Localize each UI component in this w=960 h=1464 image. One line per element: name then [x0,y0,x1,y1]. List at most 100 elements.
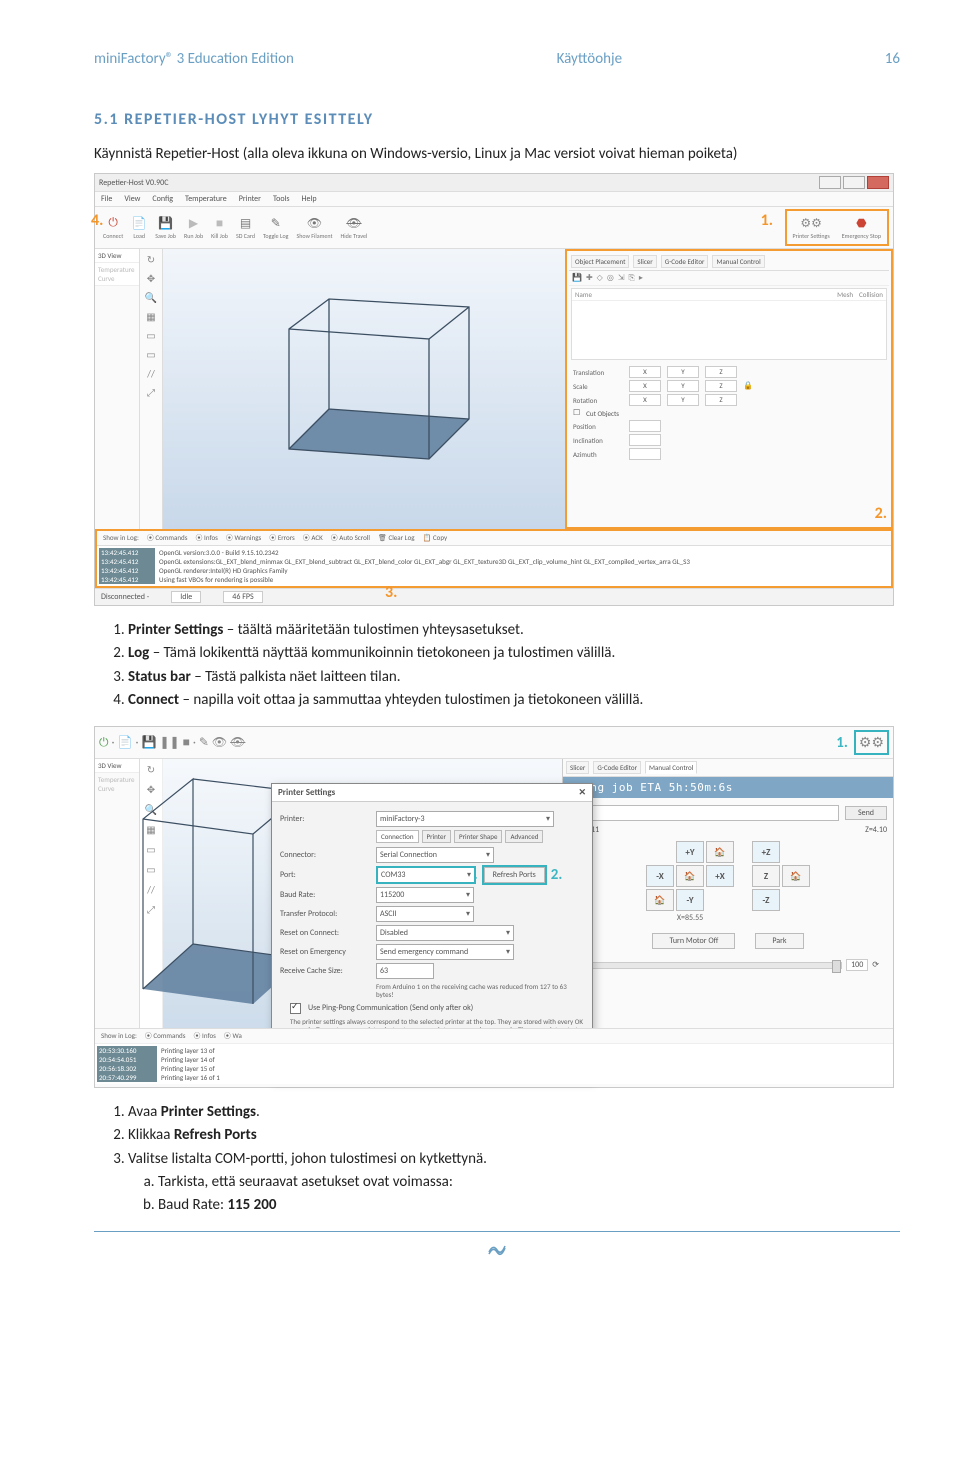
connect-icon[interactable]: ⏻ [99,736,109,750]
minimize-icon[interactable] [819,176,841,189]
tab-tempcurve[interactable]: Temperature Curve [95,263,139,286]
gcode-input[interactable] [569,805,839,821]
baud-select[interactable]: 115200 [376,887,474,903]
tab-printer[interactable]: Printer [422,830,451,843]
printer-settings-gear-button[interactable]: ⚙⚙ [854,730,889,755]
eta-header: nting job ETA 5h:50m:6s [563,777,893,798]
sdcard-button[interactable]: ▤SD Card [232,213,259,242]
parallel-icon[interactable]: // [147,367,155,380]
tab-manual[interactable]: Manual Control [645,761,697,774]
refresh-ports-button[interactable]: Refresh Ports [484,867,545,883]
callout-2: 2. [875,504,887,523]
emerg-select[interactable]: Send emergency command [376,944,514,960]
port-select[interactable]: COM33 [376,866,476,884]
pause-icon[interactable]: ❚❚ [159,735,179,750]
scale-icon: ⇲ [618,273,625,283]
close-icon[interactable] [867,176,889,189]
menu-file[interactable]: File [101,194,112,204]
menu-tools[interactable]: Tools [273,194,290,204]
callout-1: 1. [761,211,773,230]
printer-select[interactable]: miniFactory-3 [376,811,554,827]
home-y-button[interactable]: 🏠 [706,841,734,863]
tab-slicer[interactable]: Slicer [633,255,656,268]
reset-select[interactable]: Disabled [376,925,514,941]
window-title: Repetier-Host V0.90C [99,178,168,188]
connector-select[interactable]: Serial Connection [376,847,494,863]
maximize-icon[interactable] [843,176,865,189]
load-button[interactable]: 📄Load [127,213,151,242]
tab-printer-shape[interactable]: Printer Shape [454,830,502,843]
more-icon: ▸ [639,273,643,283]
home-z-button[interactable]: 🏠 [782,865,810,887]
pencil-icon[interactable]: ✎ [199,735,209,750]
top-view-icon[interactable]: ▭ [146,348,155,361]
zoom-icon[interactable]: 🔍 [145,291,157,304]
showfilament-button[interactable]: 👁Show Filament [293,213,337,242]
park-button[interactable]: Park [755,933,803,949]
tab-3dview[interactable]: 3D View [95,249,139,263]
menu-printer[interactable]: Printer [239,194,261,204]
obj-toolbar[interactable]: 💾✚◇◎⇲⎘▸ [569,271,889,286]
move-icon[interactable]: ✥ [147,272,155,285]
callout-3: 3. [385,583,397,602]
zplus-button[interactable]: +Z [752,841,780,863]
send-button[interactable]: Send [845,806,887,820]
eye-icon[interactable]: 👁 [212,735,227,750]
motor-off-button[interactable]: Turn Motor Off [652,933,735,949]
save-icon[interactable]: 💾 [142,735,157,750]
header-left: miniFactory® 3 Education Edition [94,50,294,68]
runjob-button[interactable]: ▶Run Job [180,213,207,242]
header-center: Käyttöohje [557,50,622,68]
yplus-button[interactable]: +Y [676,841,704,863]
menu-config[interactable]: Config [152,194,173,204]
tab-advanced[interactable]: Advanced [505,830,543,843]
status-bar: Disconnected - Idle 46 FPS 3. [95,588,893,605]
menu-temperature[interactable]: Temperature [185,194,227,204]
stop-icon[interactable]: ■ [183,735,190,750]
reset-view-icon[interactable]: ↻ [147,253,155,266]
list-1: Printer Settings – täältä määritetään tu… [94,620,900,710]
xminus-button[interactable]: -X [646,865,674,887]
front-view-icon[interactable]: ▭ [146,329,155,342]
pingpong-checkbox[interactable] [290,1003,301,1014]
fit-icon[interactable]: ⤢ [147,386,155,399]
tab-gcode[interactable]: G-Code Editor [661,255,709,268]
cache-input[interactable]: 63 [376,963,434,979]
menu-help[interactable]: Help [302,194,317,204]
3d-viewport[interactable] [163,249,565,529]
tab-manual[interactable]: Manual Control [712,255,764,268]
eye-off-icon[interactable]: 👁 [230,735,245,750]
callout-1b: 1. [836,734,848,752]
object-list[interactable]: NameMeshCollision [571,288,887,360]
dialog-close-icon[interactable]: ✕ [578,787,586,798]
copy-icon: ⎘ [629,273,635,283]
open-icon[interactable]: 📄 [118,735,133,750]
yminus-button[interactable]: -Y [676,889,704,911]
zminus-button[interactable]: -Z [752,889,780,911]
xplus-button[interactable]: +X [706,865,734,887]
tab-connection[interactable]: Connection [376,830,419,843]
savejob-button[interactable]: 💾Save Job [151,213,180,242]
menu-view[interactable]: View [124,194,140,204]
manual-control-panel: Slicer G-Code Editor Manual Control ntin… [562,759,893,1029]
killjob-button[interactable]: ■Kill Job [207,213,232,242]
togglelog-button[interactable]: ✎Toggle Log [259,213,293,242]
footer-logo-icon [486,1238,508,1262]
speed-slider[interactable]: 100 ⟳ [569,959,887,971]
tab-slicer[interactable]: Slicer [566,761,589,774]
page-header: miniFactory® 3 Education Edition Käyttöo… [94,50,900,68]
tab-gcode[interactable]: G-Code Editor [593,761,641,774]
emergency-stop-button[interactable]: ⬣Emergency Stop [838,213,885,242]
iso-view-icon[interactable]: ▦ [146,310,155,323]
hidetravel-button[interactable]: 👁Hide Travel [336,213,371,242]
dialog-title: Printer Settings [278,787,335,798]
protocol-select[interactable]: ASCII [376,906,474,922]
save-icon: 💾 [572,273,582,283]
page-footer [94,1231,900,1262]
home-all-button[interactable]: 🏠 [676,865,704,887]
log-panel-2: Show in Log: ⦿ Commands ⦿ Infos ⦿ Wa 20:… [95,1028,893,1087]
printer-settings-button[interactable]: ⚙⚙Printer Settings [789,213,834,242]
home-x-button[interactable]: 🏠 [646,889,674,911]
log-panel: Show in Log: ⦿ Commands ⦿ Infos ⦿ Warnin… [95,529,893,588]
tab-obj[interactable]: Object Placement [571,255,629,268]
